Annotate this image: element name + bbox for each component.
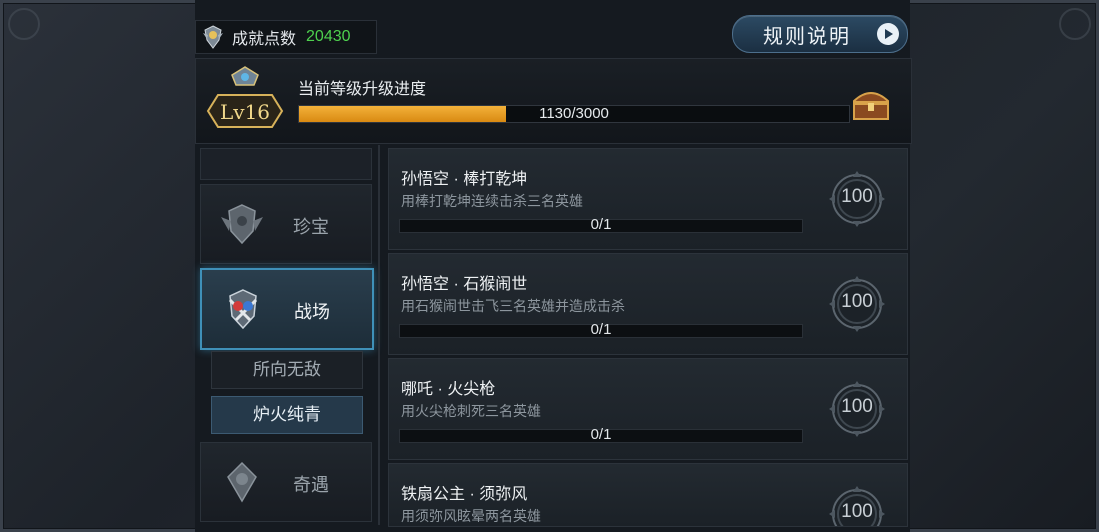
- submenu-item-mastery[interactable]: 炉火纯青: [211, 396, 363, 434]
- menu-item-treasure[interactable]: 珍宝: [200, 184, 372, 264]
- achievement-card[interactable]: 哪吒 · 火尖枪 用火尖枪刺死三名英雄 0/1 100: [388, 358, 908, 460]
- achievement-progress-text: 0/1: [590, 321, 612, 338]
- achievement-progress-bar: 0/1: [399, 426, 803, 443]
- achievement-card[interactable]: 铁扇公主 · 须弥风 用须弥风眩晕两名英雄 100: [388, 463, 908, 527]
- level-progress-title: 当前等级升级进度: [298, 81, 427, 98]
- menu-item-label: 战场: [294, 302, 330, 322]
- achievement-name: 铁扇公主 · 须弥风: [401, 486, 528, 503]
- menu-item-adventure[interactable]: 奇遇: [200, 442, 372, 522]
- list-divider: [378, 145, 380, 525]
- level-badge-text: Lv16: [220, 100, 270, 124]
- level-progress-bar: 1130/3000: [298, 105, 850, 123]
- treasure-chest-icon[interactable]: [850, 85, 892, 123]
- rules-button-label: 规则说明: [763, 25, 851, 48]
- achievement-name: 孙悟空 · 棒打乾坤: [401, 171, 528, 188]
- achievement-points: 100: [841, 291, 873, 312]
- achievement-description: 用须弥风眩晕两名英雄: [401, 508, 541, 524]
- achievement-points-box: 成就点数 20430: [195, 20, 377, 54]
- battlefield-emblem-icon: [228, 289, 258, 330]
- achievement-progress-text: 0/1: [590, 426, 612, 443]
- achievement-points: 100: [841, 186, 873, 207]
- level-progress-panel: Lv16 当前等级升级进度 1130/3000: [195, 58, 912, 144]
- menu-item-battlefield[interactable]: 战场: [200, 268, 374, 350]
- submenu-item-invincible[interactable]: 所向无敌: [211, 351, 363, 389]
- achievement-points: 100: [841, 501, 873, 522]
- achievement-progress-text: 0/1: [590, 216, 612, 233]
- corner-ornament-icon: [8, 8, 40, 40]
- achievement-description: 用石猴闹世击飞三名英雄并造成击杀: [401, 298, 625, 314]
- achievement-name: 孙悟空 · 石猴闹世: [401, 276, 528, 293]
- menu-scroll-top: [200, 148, 372, 180]
- achievement-progress-bar: 0/1: [399, 216, 803, 233]
- menu-item-label: 珍宝: [293, 217, 329, 237]
- achievement-progress-bar: 0/1: [399, 321, 803, 338]
- achievement-card[interactable]: 孙悟空 · 棒打乾坤 用棒打乾坤连续击杀三名英雄 0/1 100: [388, 148, 908, 250]
- achievement-description: 用火尖枪刺死三名英雄: [401, 403, 541, 419]
- treasure-emblem-icon: [221, 204, 263, 245]
- play-arrow-icon: [877, 23, 899, 45]
- menu-item-label: 奇遇: [293, 475, 329, 495]
- rules-button[interactable]: 规则说明: [732, 15, 908, 53]
- trophy-crest-icon: [203, 25, 223, 49]
- adventure-emblem-icon: [227, 461, 257, 503]
- achievement-description: 用棒打乾坤连续击杀三名英雄: [401, 193, 583, 209]
- achievement-name: 哪吒 · 火尖枪: [401, 381, 496, 398]
- level-progress-text: 1130/3000: [539, 105, 609, 122]
- corner-ornament-icon: [1059, 8, 1091, 40]
- level-badge-icon: Lv16: [206, 66, 284, 128]
- points-value: 20430: [306, 28, 351, 45]
- points-label: 成就点数: [232, 31, 297, 48]
- achievement-card[interactable]: 孙悟空 · 石猴闹世 用石猴闹世击飞三名英雄并造成击杀 0/1 100: [388, 253, 908, 355]
- achievement-points: 100: [841, 396, 873, 417]
